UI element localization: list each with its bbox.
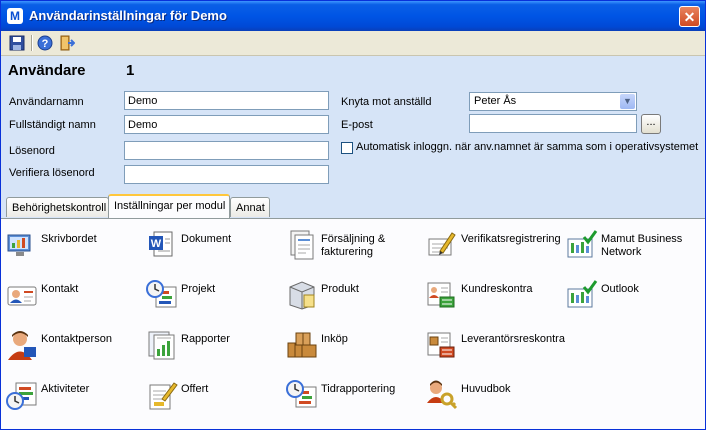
- svg-text:W: W: [151, 238, 162, 250]
- user-form: Användare 1 Användarnamn Fullständigt na…: [1, 56, 705, 193]
- close-button[interactable]: ✕: [679, 6, 700, 27]
- module-contact-person[interactable]: Kontaktperson: [6, 329, 141, 373]
- module-desktop[interactable]: Skrivbordet: [6, 229, 141, 273]
- module-sales-invoicing[interactable]: Försäljning & fakturering: [286, 229, 421, 273]
- module-project[interactable]: Projekt: [146, 279, 281, 323]
- module-label: Kontakt: [41, 283, 79, 295]
- quote-icon: [149, 382, 178, 410]
- document-icon: W: [149, 231, 173, 257]
- email-label: E-post: [341, 119, 373, 131]
- module-product[interactable]: Produkt: [286, 279, 421, 323]
- svg-text:?: ?: [42, 38, 49, 50]
- module-label: Outlook: [601, 283, 639, 295]
- exit-icon[interactable]: [59, 35, 75, 51]
- app-logo-icon: M: [7, 8, 23, 24]
- module-voucher-registration[interactable]: Verifikatsregistrering: [426, 229, 561, 273]
- contact-person-icon: [8, 331, 36, 360]
- settings-window: M Användarinställningar för Demo ✕ ? Anv…: [0, 0, 706, 430]
- module-label: Produkt: [321, 283, 359, 295]
- voucher-registration-icon: [428, 232, 456, 256]
- module-label: Huvudbok: [461, 383, 511, 395]
- general-ledger-icon: [427, 380, 458, 410]
- outlook-icon: [567, 280, 598, 308]
- save-icon[interactable]: [9, 35, 25, 51]
- module-general-ledger[interactable]: Huvudbok: [426, 379, 561, 423]
- accounts-receivable-icon: [427, 282, 455, 308]
- username-input[interactable]: [124, 91, 329, 110]
- module-label: Leverantörsreskontra: [461, 333, 565, 345]
- module-activities[interactable]: Aktiviteter: [6, 379, 141, 423]
- autologin-checkbox[interactable]: [341, 142, 353, 154]
- autologin-label: Automatisk inloggn. när anv.namnet är sa…: [356, 141, 699, 153]
- project-icon: [146, 280, 177, 308]
- module-label: Tidrapportering: [321, 383, 396, 395]
- module-label: Försäljning & fakturering: [321, 233, 386, 258]
- tab-permissions[interactable]: Behörighetskontroll: [6, 197, 109, 217]
- module-time-reporting[interactable]: Tidrapportering: [286, 379, 421, 423]
- password-label: Lösenord: [9, 145, 55, 157]
- module-contact[interactable]: Kontakt: [6, 279, 141, 323]
- user-heading: Användare: [8, 62, 86, 79]
- username-label: Användarnamn: [9, 96, 84, 108]
- module-document[interactable]: W Dokument: [146, 229, 281, 273]
- module-label: Offert: [181, 383, 209, 395]
- module-label: Inköp: [321, 333, 348, 345]
- module-outlook[interactable]: Outlook: [566, 279, 701, 323]
- module-label: Kontaktperson: [41, 333, 112, 345]
- fullname-label: Fullständigt namn: [9, 119, 96, 131]
- module-reports[interactable]: Rapporter: [146, 329, 281, 373]
- module-label: Mamut Business Network: [601, 233, 683, 258]
- module-label: Aktiviteter: [41, 383, 90, 395]
- password-input[interactable]: [124, 141, 329, 160]
- module-label: Projekt: [181, 283, 216, 295]
- help-icon[interactable]: ?: [37, 35, 53, 51]
- employee-select[interactable]: Peter Ås ▼: [469, 92, 637, 111]
- reports-icon: [148, 331, 175, 360]
- module-purchase[interactable]: Inköp: [286, 329, 421, 373]
- accounts-payable-icon: [427, 332, 455, 358]
- employee-select-value: Peter Ås: [474, 95, 517, 107]
- user-number: 1: [126, 62, 135, 79]
- product-icon: [289, 281, 315, 310]
- module-business-network[interactable]: Mamut Business Network: [566, 229, 701, 273]
- email-browse-button[interactable]: ...: [641, 114, 661, 134]
- window-title: Användarinställningar för Demo: [29, 8, 227, 23]
- activities-icon: [6, 382, 37, 410]
- module-accounts-receivable[interactable]: Kundreskontra: [426, 279, 561, 323]
- verify-password-input[interactable]: [124, 165, 329, 184]
- toolbar: ?: [1, 31, 705, 56]
- fullname-input[interactable]: [124, 115, 329, 134]
- employee-label: Knyta mot anställd: [341, 96, 432, 108]
- time-reporting-icon: [286, 380, 317, 408]
- tab-strip: Behörighetskontroll Inställningar per mo…: [1, 193, 705, 218]
- business-network-icon: [567, 230, 598, 258]
- module-panel: Skrivbordet W Dokument Försäljning & fak…: [1, 218, 705, 429]
- desktop-icon: [7, 234, 31, 256]
- module-label: Verifikatsregistrering: [461, 233, 561, 245]
- email-input[interactable]: [469, 114, 637, 133]
- verify-password-label: Verifiera lösenord: [9, 167, 95, 179]
- title-bar[interactable]: M Användarinställningar för Demo ✕: [1, 1, 705, 31]
- module-label: Skrivbordet: [41, 233, 97, 245]
- tab-module-settings[interactable]: Inställningar per modul: [108, 194, 230, 218]
- toolbar-separator: [31, 35, 33, 51]
- tab-other[interactable]: Annat: [230, 197, 270, 217]
- chevron-down-icon[interactable]: ▼: [620, 94, 635, 109]
- module-label: Dokument: [181, 233, 232, 245]
- sales-invoicing-icon: [290, 230, 314, 260]
- contact-icon: [7, 286, 37, 306]
- module-label: Kundreskontra: [461, 283, 533, 295]
- module-label: Rapporter: [181, 333, 230, 345]
- module-quote[interactable]: Offert: [146, 379, 281, 423]
- module-accounts-payable[interactable]: Leverantörsreskontra: [426, 329, 565, 373]
- purchase-icon: [287, 332, 317, 358]
